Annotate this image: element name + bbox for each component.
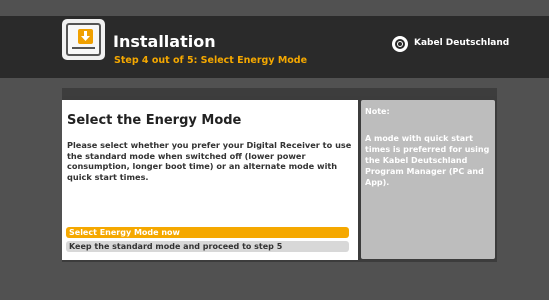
download-box-icon	[62, 19, 105, 60]
note-label: Note:	[365, 107, 390, 116]
step-subtitle: Step 4 out of 5: Select Energy Mode	[114, 55, 308, 66]
section-title: Select the Energy Mode	[67, 113, 242, 128]
brand-name: Kabel Deutschland	[414, 38, 510, 48]
download-arrow-icon	[78, 29, 93, 44]
icon-slot-bar	[72, 47, 95, 49]
top-strip	[62, 88, 497, 96]
page-title: Installation	[113, 32, 216, 51]
instructions-text: Please select whether you prefer your Di…	[67, 140, 352, 182]
keep-standard-mode-option[interactable]: Keep the standard mode and proceed to st…	[66, 241, 349, 252]
note-panel: Note: A mode with quick start times is p…	[361, 100, 495, 259]
brand-logo-icon	[392, 36, 408, 52]
icon-frame	[66, 23, 101, 56]
note-text: A mode with quick start times is preferr…	[365, 134, 490, 187]
select-energy-mode-option[interactable]: Select Energy Mode now	[66, 227, 349, 238]
